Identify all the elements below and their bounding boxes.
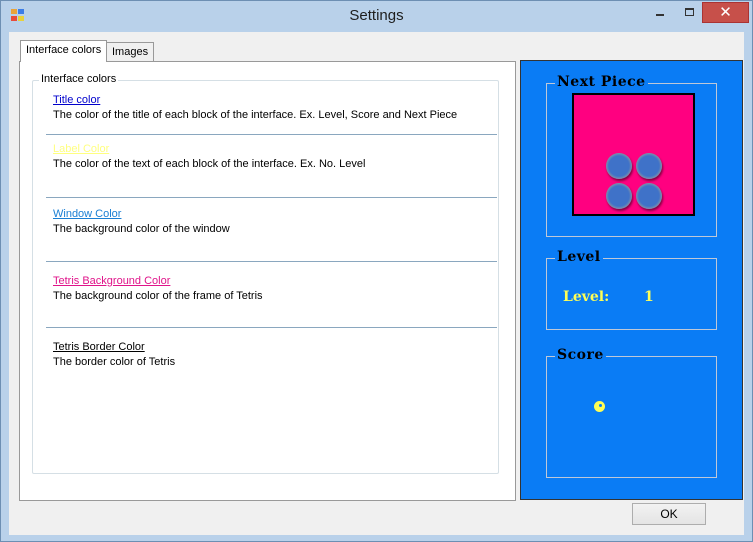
window-color-description: The background color of the window (53, 223, 230, 235)
next-piece-preview (572, 93, 695, 216)
piece-block (606, 183, 632, 209)
ok-button[interactable]: OK (632, 503, 706, 525)
tab-interface-colors[interactable]: Interface colors (20, 40, 108, 62)
tetris-background-color-description: The background color of the frame of Tet… (53, 290, 263, 302)
title-bar[interactable]: Settings ✕ (1, 1, 752, 31)
list-item-label-color: Label Color The color of the text of eac… (53, 143, 365, 170)
close-button[interactable]: ✕ (702, 2, 749, 23)
level-group: Level Level: 1 (546, 249, 717, 330)
tetris-border-color-link[interactable]: Tetris Border Color (53, 341, 145, 353)
tab-page-interface-colors: Interface colors Title color The color o… (19, 61, 516, 501)
title-color-link[interactable]: Title color (53, 94, 100, 106)
list-item-tetris-border-color: Tetris Border Color The border color of … (53, 341, 175, 368)
score-title: Score (555, 347, 606, 363)
maximize-button[interactable] (674, 2, 704, 23)
group-legend: Interface colors (39, 73, 119, 85)
tab-images[interactable]: Images (106, 42, 155, 61)
divider (46, 134, 497, 135)
next-piece-title: Next Piece (555, 74, 648, 90)
preview-panel: Next Piece Level Level: 1 Score (520, 60, 743, 500)
next-piece-group: Next Piece (546, 74, 717, 237)
settings-window: Settings ✕ Interface colors Images Inter… (0, 0, 753, 542)
level-title: Level (555, 249, 603, 265)
label-color-link[interactable]: Label Color (53, 143, 109, 155)
divider (46, 327, 497, 328)
tetris-border-color-description: The border color of Tetris (53, 356, 176, 368)
piece-block (636, 153, 662, 179)
score-group: Score (546, 347, 717, 478)
close-icon: ✕ (719, 3, 732, 21)
level-value: 1 (644, 289, 654, 305)
piece-block (636, 183, 662, 209)
list-item-window-color: Window Color The background color of the… (53, 208, 230, 235)
minimize-button[interactable] (644, 2, 674, 23)
divider (46, 261, 497, 262)
label-color-description: The color of the text of each block of t… (53, 158, 366, 170)
tetris-background-color-link[interactable]: Tetris Background Color (53, 275, 170, 287)
level-label: Level: (563, 289, 610, 305)
window-title: Settings (349, 7, 404, 24)
client-area: Interface colors Images Interface colors… (9, 32, 744, 535)
list-item-tetris-background-color: Tetris Background Color The background c… (53, 275, 263, 302)
maximize-icon (685, 8, 694, 16)
interface-colors-group: Interface colors Title color The color o… (32, 73, 499, 474)
divider (46, 197, 497, 198)
list-item-title-color: Title color The color of the title of ea… (53, 94, 457, 121)
score-value (594, 401, 605, 412)
piece-block (606, 153, 632, 179)
window-color-link[interactable]: Window Color (53, 208, 121, 220)
minimize-icon (656, 14, 664, 16)
title-color-description: The color of the title of each block of … (53, 109, 458, 121)
